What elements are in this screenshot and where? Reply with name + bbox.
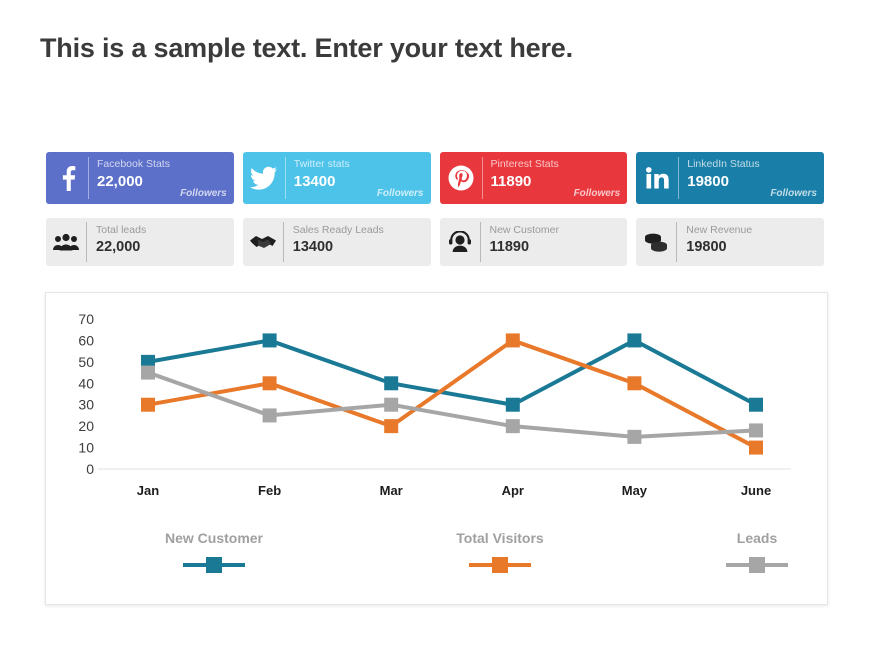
data-point-May-15 [627,429,642,444]
legend-item-leads[interactable]: Leads [726,530,788,573]
legend-item-new-customer[interactable]: New Customer [165,530,264,573]
data-point-Mar-40 [384,376,399,391]
data-point-Mar-20 [384,419,399,434]
legend-marker [492,557,508,573]
new-customer-value: 11890 [489,239,530,255]
facebook-label: Facebook Stats [97,158,170,170]
y-axis-tick-20: 20 [78,418,94,434]
y-axis-tick-10: 10 [78,440,94,456]
y-axis-tick-0: 0 [86,461,94,477]
y-axis-tick-30: 30 [78,397,94,413]
data-point-June-18 [749,423,763,438]
data-point-Apr-30 [505,397,520,412]
data-point-Feb-25 [262,408,277,423]
headset-agent-icon [440,218,480,266]
new-revenue-body: New Revenue 19800 [677,218,824,266]
line-chart: 0 10 20 30 40 50 60 70 Jan Feb Mar Apr May June New … [78,311,791,573]
y-axis-ticks: 0 10 20 30 40 50 60 70 [78,311,94,477]
data-point-Apr-60 [505,333,520,348]
pinterest-card-body: Pinterest Stats 11890 Followers [483,152,628,204]
x-axis-label-Apr: Apr [502,483,524,498]
new-revenue-value: 19800 [686,239,727,255]
data-point-June-10 [749,440,763,455]
total-leads-value: 22,000 [96,239,141,255]
pinterest-unit: Followers [573,188,621,199]
linkedin-card-body: LinkedIn Status 19800 Followers [679,152,824,204]
social-card-linkedin[interactable]: LinkedIn Status 19800 Followers [636,152,824,204]
stat-card-total-leads[interactable]: Total leads 22,000 [46,218,234,266]
linkedin-label: LinkedIn Status [687,158,760,170]
social-card-twitter[interactable]: Twitter stats 13400 Followers [242,152,431,204]
y-axis-tick-70: 70 [78,311,94,327]
x-axis-label-May: May [622,483,648,498]
chart-series [141,333,763,455]
data-point-Feb-60 [262,333,277,348]
data-point-Apr-20 [505,419,520,434]
legend-label: New Customer [165,530,264,546]
facebook-card-body: Facebook Stats 22,000 Followers [89,152,234,204]
data-point-Jan-30 [141,397,155,412]
page-title: This is a sample text. Enter your text h… [40,33,573,63]
facebook-unit: Followers [180,188,227,199]
series-line [147,338,757,407]
pinterest-label: Pinterest Stats [490,158,559,170]
sales-ready-leads-value: 13400 [292,239,334,255]
social-card-facebook[interactable]: Facebook Stats 22,000 Followers [46,152,234,204]
y-axis-tick-60: 60 [78,332,94,348]
stat-card-new-revenue[interactable]: New Revenue 19800 [636,218,824,266]
stat-card-new-customer[interactable]: New Customer 11890 [439,218,628,266]
kpi-stats-row: Total leads 22,000 Sales Ready Leads 134… [46,218,824,266]
people-group-icon [46,218,86,266]
pinterest-icon [440,152,482,204]
sales-ready-leads-label: Sales Ready Leads [292,224,384,236]
legend-label: Total Visitors [456,530,544,546]
handshake-icon [243,218,283,266]
social-stats-row: Facebook Stats 22,000 Followers Twitter … [46,152,824,204]
legend-item-total-visitors[interactable]: Total Visitors [456,530,544,573]
twitter-label: Twitter stats [293,158,350,170]
total-leads-label: Total leads [96,224,147,236]
data-point-Feb-40 [262,376,277,391]
new-customer-label: New Customer [489,224,559,236]
coins-stack-icon [636,218,676,266]
data-point-Jan-45 [141,365,155,380]
x-axis-label-Mar: Mar [380,483,403,498]
x-axis-label-Feb: Feb [258,483,281,498]
new-revenue-label: New Revenue [686,224,753,236]
x-axis-label-June: June [741,483,771,498]
legend-marker [206,557,222,573]
x-axis-labels: Jan Feb Mar Apr May June [137,483,771,498]
stat-card-sales-ready-leads[interactable]: Sales Ready Leads 13400 [242,218,431,266]
chart-legend: New Customer Total Visitors Leads [165,530,788,573]
sales-ready-leads-body: Sales Ready Leads 13400 [284,218,431,266]
linkedin-unit: Followers [770,188,817,199]
series-leads [141,365,763,444]
new-customer-body: New Customer 11890 [481,218,628,266]
social-card-pinterest[interactable]: Pinterest Stats 11890 Followers [439,152,628,204]
legend-marker [749,557,765,573]
y-axis-tick-40: 40 [78,375,94,391]
legend-label: Leads [737,530,778,546]
twitter-icon [243,152,285,204]
twitter-unit: Followers [376,188,424,199]
line-chart-panel: 0 10 20 30 40 50 60 70 Jan Feb Mar Apr May June New … [45,292,828,605]
linkedin-icon [636,152,678,204]
x-axis-label-Jan: Jan [137,483,159,498]
facebook-icon [46,152,88,204]
data-point-May-60 [627,333,642,348]
total-leads-body: Total leads 22,000 [87,218,234,266]
data-point-May-40 [627,376,642,391]
data-point-June-30 [749,397,763,412]
y-axis-tick-50: 50 [78,354,94,370]
twitter-card-body: Twitter stats 13400 Followers [286,152,431,204]
data-point-Mar-30 [384,397,399,412]
